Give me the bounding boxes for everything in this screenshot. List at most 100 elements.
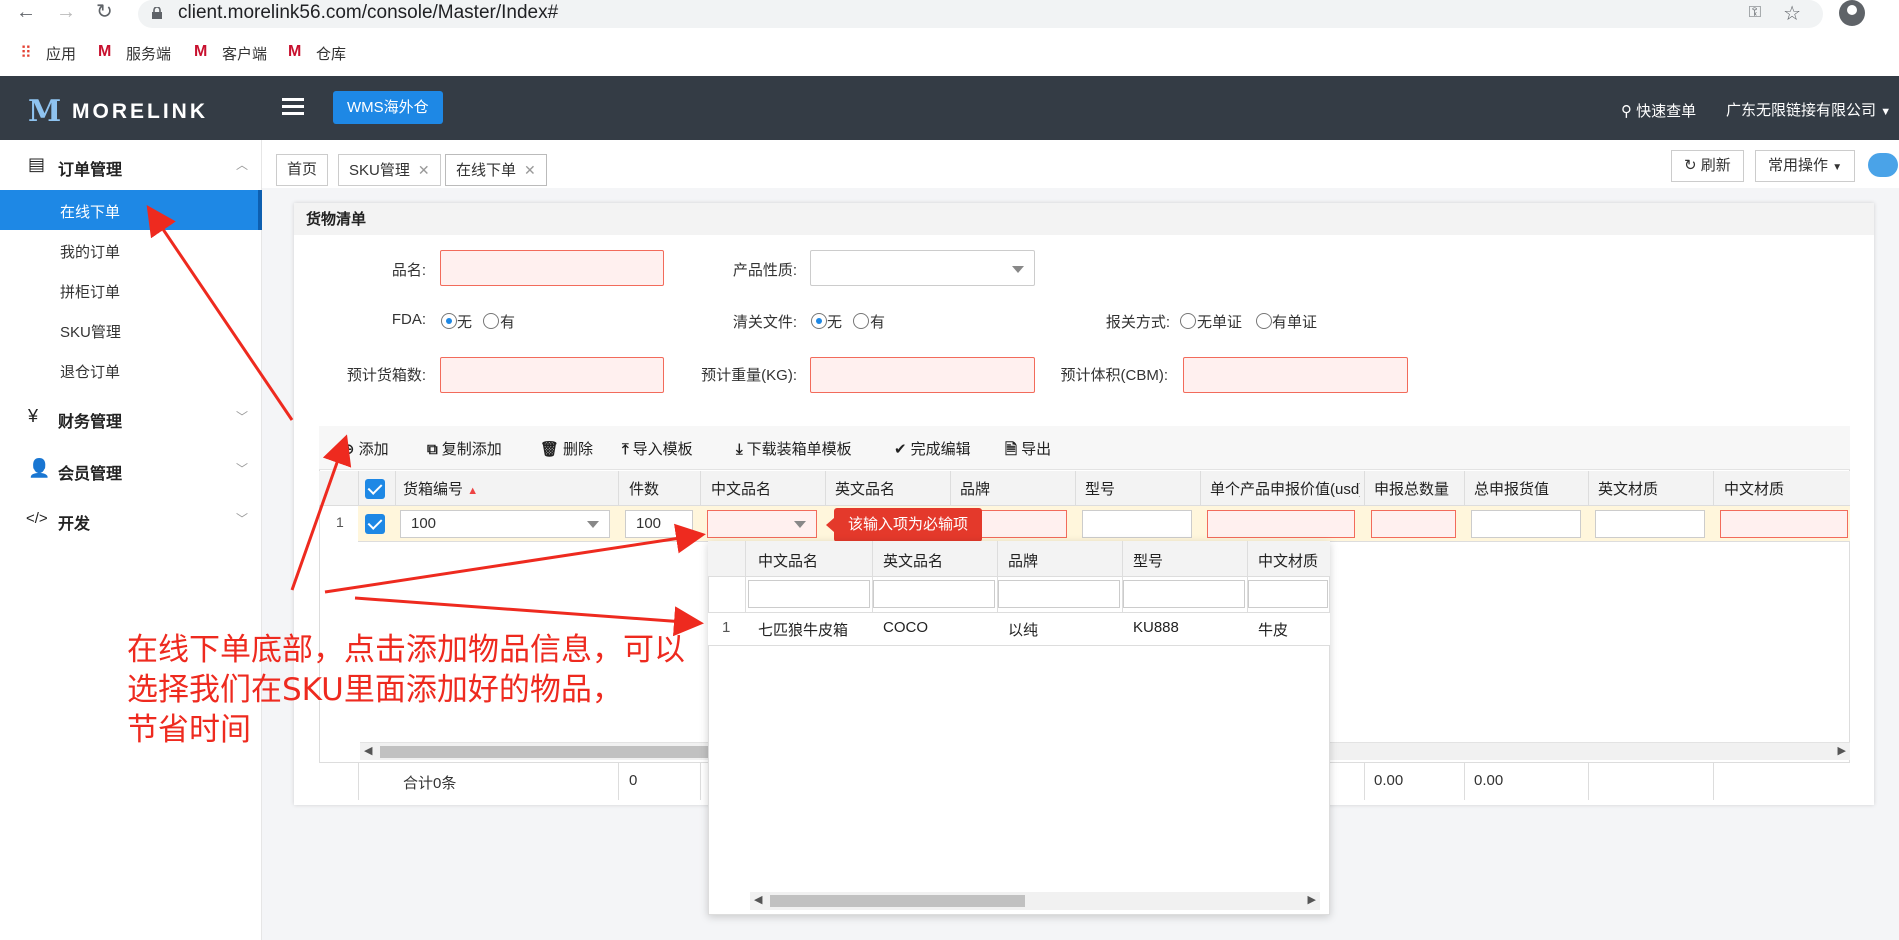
- select-all-checkbox[interactable]: [365, 479, 385, 499]
- product-name-input[interactable]: [440, 250, 664, 286]
- docs-yes-label: 有: [870, 314, 886, 331]
- docs-no-radio[interactable]: [811, 313, 827, 329]
- unit-value-input[interactable]: [1207, 510, 1355, 538]
- col-divider: [618, 471, 619, 506]
- dd-filter-model[interactable]: [1123, 580, 1245, 608]
- sidebar-group-dev[interactable]: </> 开发 ﹀: [0, 500, 262, 540]
- col-cn-name[interactable]: 中文品名: [711, 478, 821, 499]
- col-en-name[interactable]: 英文品名: [835, 478, 945, 499]
- dd-cell-model[interactable]: KU888: [1133, 619, 1179, 636]
- tab-online-order[interactable]: 在线下单 ✕: [445, 154, 547, 186]
- scrollbar-thumb[interactable]: [770, 895, 1025, 907]
- dd-filter-brand[interactable]: [998, 580, 1120, 608]
- sidebar-item-my-orders[interactable]: 我的订单: [0, 230, 262, 270]
- chevron-up-icon: ︿: [235, 158, 248, 172]
- no-certificate-radio[interactable]: [1180, 313, 1196, 329]
- refresh-button[interactable]: ↻ 刷新: [1671, 150, 1744, 182]
- en-material-input[interactable]: [1595, 510, 1705, 538]
- col-box-no[interactable]: 货箱编号 ▲: [403, 478, 503, 499]
- col-en-material[interactable]: 英文材质: [1598, 478, 1708, 499]
- download-template-button[interactable]: ⤓ 下载装箱单模板: [736, 438, 852, 459]
- col-declare-qty[interactable]: 申报总数量: [1374, 478, 1469, 499]
- reload-icon[interactable]: ↻: [96, 2, 113, 22]
- docs-yes-radio[interactable]: [853, 313, 869, 329]
- sidebar-group-orders[interactable]: ▤ 订单管理 ︿: [0, 146, 262, 186]
- col-declare-value[interactable]: 总申报货值: [1474, 478, 1584, 499]
- col-divider: [1364, 471, 1365, 506]
- forward-icon[interactable]: →: [56, 2, 76, 22]
- close-icon[interactable]: ✕: [524, 162, 536, 178]
- scroll-left-icon[interactable]: ◀: [754, 893, 762, 906]
- sidebar-group-members[interactable]: 👤 会员管理 ﹀: [0, 450, 262, 490]
- quick-search-link[interactable]: ⚲ 快速查单: [1621, 100, 1696, 121]
- col-brand[interactable]: 品牌: [960, 478, 1070, 499]
- sidebar-item-consolidated[interactable]: 拼柜订单: [0, 270, 262, 310]
- tab-sku[interactable]: SKU管理 ✕: [338, 154, 441, 186]
- key-icon[interactable]: ⚿: [1749, 4, 1761, 22]
- hamburger-menu-icon[interactable]: [282, 98, 304, 116]
- dd-cell-en-name[interactable]: COCO: [883, 619, 928, 636]
- declare-qty-input[interactable]: [1371, 510, 1456, 538]
- address-bar[interactable]: client.morelink56.com/console/Master/Ind…: [138, 0, 1823, 28]
- sidebar-item-online-order[interactable]: 在线下单: [0, 190, 262, 230]
- download-icon: ⤓: [736, 441, 743, 458]
- bookmark-star-icon[interactable]: ☆: [1783, 1, 1801, 26]
- dropdown-horizontal-scrollbar[interactable]: ◀ ▶: [750, 892, 1320, 910]
- add-button[interactable]: ⊕ 添加: [342, 438, 389, 459]
- dd-cell-brand[interactable]: 以纯: [1008, 619, 1038, 640]
- product-name-label: 品名:: [391, 262, 426, 279]
- est-boxes-input[interactable]: [440, 357, 664, 393]
- profile-icon[interactable]: [1839, 0, 1865, 26]
- col-qty[interactable]: 件数: [629, 478, 709, 499]
- bookmark-client[interactable]: 客户端: [222, 43, 267, 64]
- sidebar-group-finance[interactable]: ¥ 财务管理 ﹀: [0, 398, 262, 438]
- bookmark-apps[interactable]: 应用: [46, 43, 76, 64]
- box-no-select[interactable]: 100: [400, 510, 610, 538]
- close-icon[interactable]: ✕: [418, 162, 430, 178]
- tab-home[interactable]: 首页: [276, 154, 329, 186]
- dd-filter-cn-name[interactable]: [748, 580, 870, 608]
- col-unit-value[interactable]: 单个产品申报价值(usd): [1210, 478, 1360, 499]
- cn-name-select[interactable]: [707, 510, 817, 538]
- export-button[interactable]: 🗎 导出: [1005, 438, 1051, 464]
- sidebar-item-return[interactable]: 退仓订单: [0, 350, 262, 390]
- scroll-right-icon[interactable]: ▶: [1838, 744, 1846, 757]
- bookmark-server[interactable]: 服务端: [126, 43, 171, 64]
- fda-no-radio[interactable]: [441, 313, 457, 329]
- apps-grid-icon[interactable]: ⠿: [20, 43, 32, 63]
- est-volume-input[interactable]: [1183, 357, 1408, 393]
- import-template-button[interactable]: ⤒ 导入模板: [622, 438, 693, 459]
- finish-edit-button[interactable]: ✔ 完成编辑: [894, 438, 971, 459]
- est-weight-input[interactable]: [810, 357, 1035, 393]
- copy-add-button[interactable]: ⧉ 复制添加: [427, 438, 502, 459]
- declare-value-input[interactable]: [1471, 510, 1581, 538]
- finish-edit-label: 完成编辑: [910, 441, 971, 458]
- cn-material-input[interactable]: [1720, 510, 1848, 538]
- import-template-label: 导入模板: [632, 441, 693, 458]
- col-divider: [395, 471, 396, 506]
- back-icon[interactable]: ←: [16, 2, 36, 22]
- bookmark-warehouse[interactable]: 仓库: [316, 43, 346, 64]
- assistant-icon[interactable]: [1868, 153, 1898, 177]
- has-certificate-label: 有单证: [1272, 314, 1318, 331]
- common-ops-label: 常用操作: [1768, 157, 1829, 174]
- col-cn-material[interactable]: 中文材质: [1724, 478, 1834, 499]
- sidebar-item-sku[interactable]: SKU管理: [0, 310, 262, 350]
- col-model[interactable]: 型号: [1085, 478, 1195, 499]
- fda-yes-radio[interactable]: [483, 313, 499, 329]
- col-divider: [1464, 471, 1465, 506]
- scroll-right-icon[interactable]: ▶: [1308, 893, 1316, 906]
- dd-filter-en-name[interactable]: [873, 580, 995, 608]
- qty-input[interactable]: 100: [625, 510, 693, 538]
- has-certificate-radio[interactable]: [1256, 313, 1272, 329]
- product-nature-select[interactable]: [810, 250, 1035, 286]
- dd-cell-material[interactable]: 牛皮: [1258, 619, 1288, 640]
- company-dropdown[interactable]: 广东无限链接有限公司 ▼: [1726, 99, 1891, 120]
- wms-overseas-button[interactable]: WMS海外仓: [333, 91, 443, 124]
- dd-filter-material[interactable]: [1248, 580, 1328, 608]
- row-checkbox[interactable]: [365, 514, 385, 534]
- common-ops-dropdown[interactable]: 常用操作 ▼: [1755, 150, 1856, 182]
- dd-cell-cn-name[interactable]: 七匹狼牛皮箱: [758, 619, 848, 640]
- delete-button[interactable]: 🗑 删除: [540, 438, 593, 459]
- model-input[interactable]: [1082, 510, 1192, 538]
